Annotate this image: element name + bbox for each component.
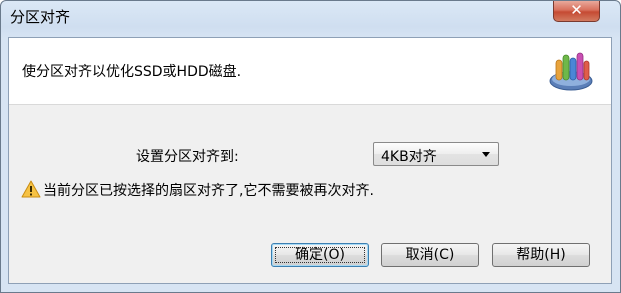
- dialog-window: 分区对齐 ✕ 使分区对齐以优化SSD或HDD磁盘. 设置分区对齐到: 4KB对齐: [0, 0, 621, 293]
- ok-button[interactable]: 确定(O): [271, 243, 369, 267]
- cancel-button-label: 取消(C): [405, 247, 455, 263]
- close-button[interactable]: ✕: [553, 1, 600, 22]
- window-title: 分区对齐: [10, 8, 71, 26]
- title-bar[interactable]: 分区对齐 ✕: [1, 1, 620, 37]
- header-description: 使分区对齐以优化SSD或HDD磁盘.: [22, 64, 242, 80]
- header-band: 使分区对齐以优化SSD或HDD磁盘.: [9, 38, 611, 105]
- chevron-down-icon: [482, 152, 490, 157]
- warning-triangle-icon: [21, 180, 41, 198]
- align-select-value: 4KB对齐: [381, 149, 437, 165]
- align-label: 设置分区对齐到:: [136, 149, 239, 165]
- help-button-label: 帮助(H): [516, 247, 566, 263]
- dialog-content: 使分区对齐以优化SSD或HDD磁盘. 设置分区对齐到: 4KB对齐 当前分区已按…: [8, 37, 612, 284]
- cancel-button[interactable]: 取消(C): [381, 243, 479, 267]
- align-select[interactable]: 4KB对齐: [373, 142, 499, 166]
- ok-button-label: 确定(O): [295, 247, 345, 263]
- partition-tool-icon: [549, 52, 593, 91]
- close-icon: ✕: [570, 1, 583, 19]
- help-button[interactable]: 帮助(H): [492, 243, 590, 267]
- warning-message: 当前分区已按选择的扇区对齐了,它不需要被再次对齐.: [43, 183, 374, 199]
